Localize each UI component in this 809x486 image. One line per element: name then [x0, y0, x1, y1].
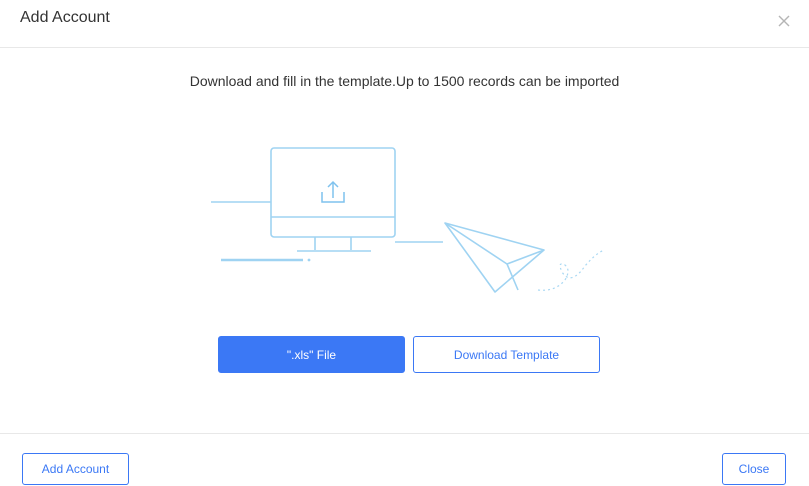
dialog-header: Add Account — [0, 0, 809, 48]
upload-illustration — [211, 147, 605, 293]
import-instruction: Download and fill in the template.Up to … — [189, 73, 620, 89]
paper-plane-icon — [444, 222, 545, 293]
dialog-title: Add Account — [20, 9, 110, 26]
dialog-footer: Add Account Close — [0, 433, 809, 486]
close-button[interactable]: Close — [722, 453, 786, 485]
download-template-button[interactable]: Download Template — [413, 336, 600, 373]
add-account-dialog: Add Account Download and fill in the tem… — [0, 0, 809, 486]
upload-icon — [321, 180, 345, 203]
monitor-icon — [270, 147, 396, 252]
upload-xls-button[interactable]: ".xls" File — [218, 336, 405, 373]
add-account-button[interactable]: Add Account — [22, 453, 129, 485]
close-icon[interactable] — [775, 12, 793, 30]
